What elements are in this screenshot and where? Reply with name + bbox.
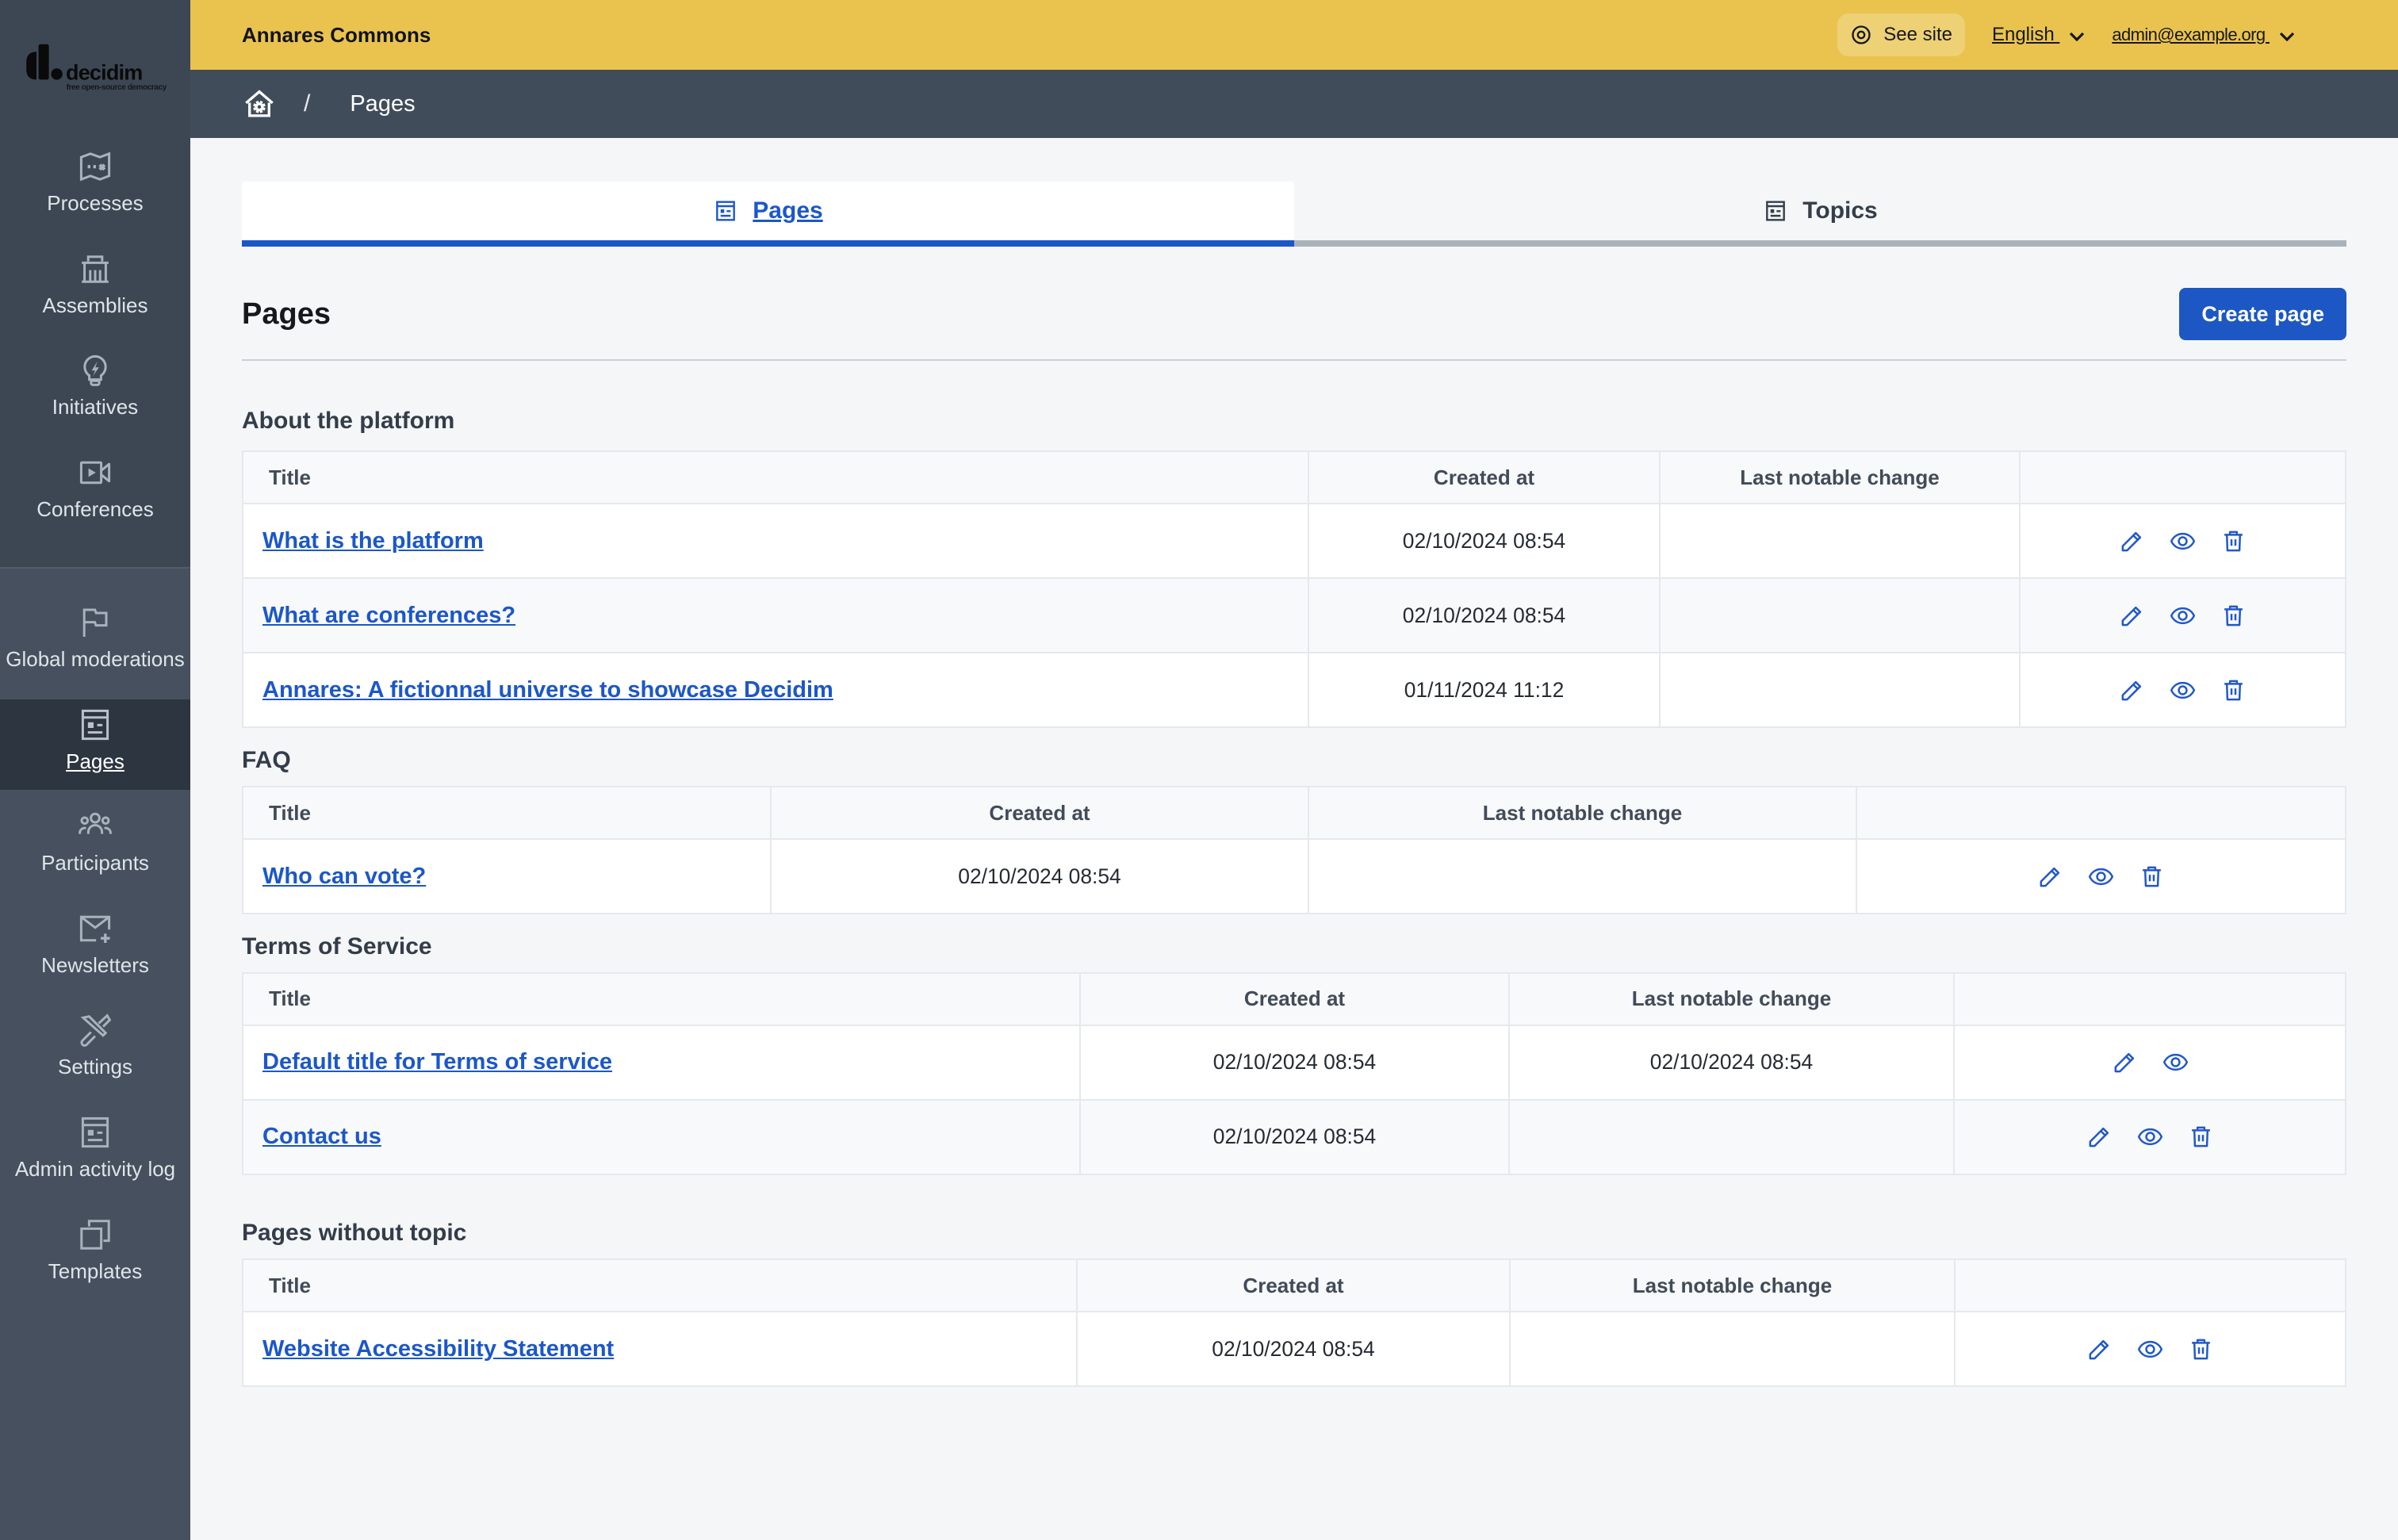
svg-text:free open-source democracy: free open-source democracy xyxy=(67,83,167,92)
svg-text:decidim: decidim xyxy=(66,60,142,84)
